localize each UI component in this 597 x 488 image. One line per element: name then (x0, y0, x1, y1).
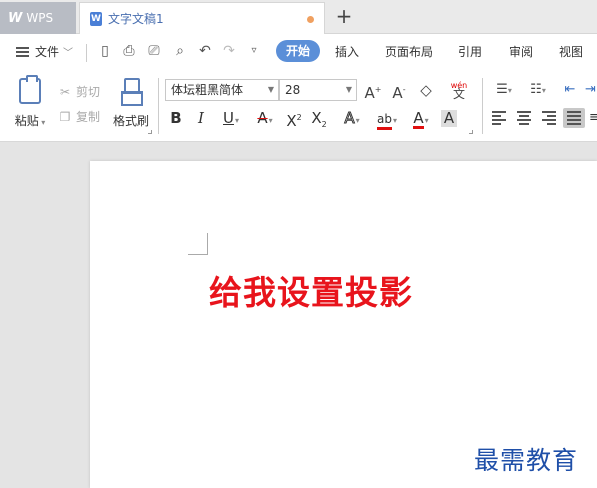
clear-format-icon[interactable]: ◇ (416, 80, 436, 100)
format-painter-button[interactable]: 格式刷 (111, 78, 151, 129)
align-center-button[interactable] (515, 108, 533, 128)
quick-access-dropdown-icon[interactable]: ▿ (245, 42, 263, 60)
clipboard-icon (19, 75, 41, 104)
italic-button[interactable]: I (193, 108, 209, 128)
font-name-value: 体坛粗黑简体 (171, 83, 244, 97)
new-tab-button[interactable]: + (333, 5, 355, 27)
text-effect-button[interactable]: A▾ (338, 108, 366, 128)
clipboard-group-launcher[interactable] (148, 130, 152, 134)
brand-watermark: 最需教育 (474, 446, 579, 475)
copy-button[interactable]: ❐ 复制 (58, 108, 100, 125)
copy-label: 复制 (76, 110, 101, 124)
cut-button[interactable]: ✂ 剪切 (58, 83, 100, 100)
increase-font-size-icon[interactable]: A+ (363, 80, 383, 102)
caret-down-icon: ▼ (345, 85, 352, 94)
wps-logo-icon: W (8, 10, 23, 26)
highlight-button[interactable]: ab▾ (373, 108, 401, 130)
tab-home[interactable]: 开始 (276, 40, 321, 62)
phonetic-char: 文 (452, 87, 465, 101)
increase-indent-icon[interactable]: ⇥ (584, 80, 597, 100)
tab-review[interactable]: 审阅 (509, 43, 533, 60)
font-size-value: 28 (285, 83, 301, 97)
chevron-down-icon: ﹀ (63, 48, 74, 59)
font-name-select[interactable]: 体坛粗黑简体 ▼ (165, 79, 279, 101)
save-icon[interactable]: ▯ (96, 42, 114, 60)
file-menu-label: 文件 (35, 45, 60, 59)
numbered-list-button[interactable]: ☷▾ (524, 80, 552, 100)
tab-document[interactable]: W 文字文稿1 (79, 2, 325, 34)
subscript-button[interactable]: X2 (310, 108, 328, 129)
justify-button[interactable] (563, 108, 585, 128)
superscript-button[interactable]: X2 (285, 108, 303, 130)
hamburger-icon (16, 46, 29, 57)
tab-view[interactable]: 视图 (559, 43, 583, 60)
document-canvas: 给我设置投影 (0, 143, 597, 488)
tab-wps-home[interactable]: W WPS (0, 2, 76, 34)
decrease-indent-icon[interactable]: ⇤ (560, 80, 580, 100)
divider (86, 44, 87, 62)
distributed-align-icon[interactable]: ≡ (589, 108, 597, 128)
document-icon: W (90, 11, 102, 26)
caret-down-icon: ▼ (267, 85, 274, 94)
tab-document-label: 文字文稿1 (108, 12, 164, 26)
bullet-list-button[interactable]: ☰▾ (490, 80, 518, 100)
redo-icon[interactable]: ↷ (220, 42, 238, 60)
tab-references[interactable]: 引用 (458, 43, 482, 60)
tab-insert[interactable]: 插入 (335, 43, 359, 60)
align-right-button[interactable] (540, 108, 558, 128)
print-preview-icon[interactable]: ⌕ (171, 42, 189, 60)
divider (482, 78, 483, 134)
tab-page-layout[interactable]: 页面布局 (385, 43, 433, 60)
character-shading-button[interactable]: A (440, 108, 458, 128)
phonetic-guide-button[interactable]: wén 文 (444, 81, 474, 101)
format-painter-label: 格式刷 (112, 114, 149, 128)
scissors-icon: ✂ (59, 84, 71, 99)
menu-bar: 文件 ﹀ ▯ ⎙ ⎚ ⌕ ↶ ↷ ▿ 开始 插入 页面布局 引用 审阅 视图 (0, 34, 597, 70)
divider (158, 78, 159, 134)
margin-corner-marker (188, 233, 208, 255)
tab-bar: W WPS W 文字文稿1 + (0, 0, 597, 34)
file-menu-button[interactable]: 文件 ﹀ (16, 43, 73, 60)
underline-button[interactable]: U▾ (218, 108, 244, 128)
bold-button[interactable]: B (168, 108, 184, 128)
strikethrough-button[interactable]: A▾ (252, 108, 278, 128)
paste-button[interactable]: 粘贴 ▾ (10, 75, 50, 129)
document-page[interactable]: 给我设置投影 (90, 161, 597, 488)
font-group-launcher[interactable] (469, 130, 473, 134)
document-body-text[interactable]: 给我设置投影 (209, 266, 413, 314)
font-color-button[interactable]: A▾ (408, 108, 434, 129)
font-size-select[interactable]: 28 ▼ (279, 79, 357, 101)
print-icon[interactable]: ⎚ (145, 42, 163, 60)
export-icon[interactable]: ⎙ (120, 42, 138, 60)
align-left-button[interactable] (490, 108, 508, 128)
undo-icon[interactable]: ↶ (196, 42, 214, 60)
tab-wps-label: WPS (26, 11, 54, 25)
cut-label: 剪切 (76, 85, 101, 99)
format-painter-icon (121, 78, 143, 106)
copy-icon: ❐ (59, 109, 71, 124)
ribbon-toolbar: 粘贴 ▾ ✂ 剪切 ❐ 复制 格式刷 体坛粗黑简体 ▼ 28 ▼ A+ A- ◇… (0, 70, 597, 142)
decrease-font-size-icon[interactable]: A- (389, 80, 409, 102)
paste-label: 粘贴 ▾ (14, 114, 46, 128)
unsaved-dot-icon (307, 16, 314, 23)
